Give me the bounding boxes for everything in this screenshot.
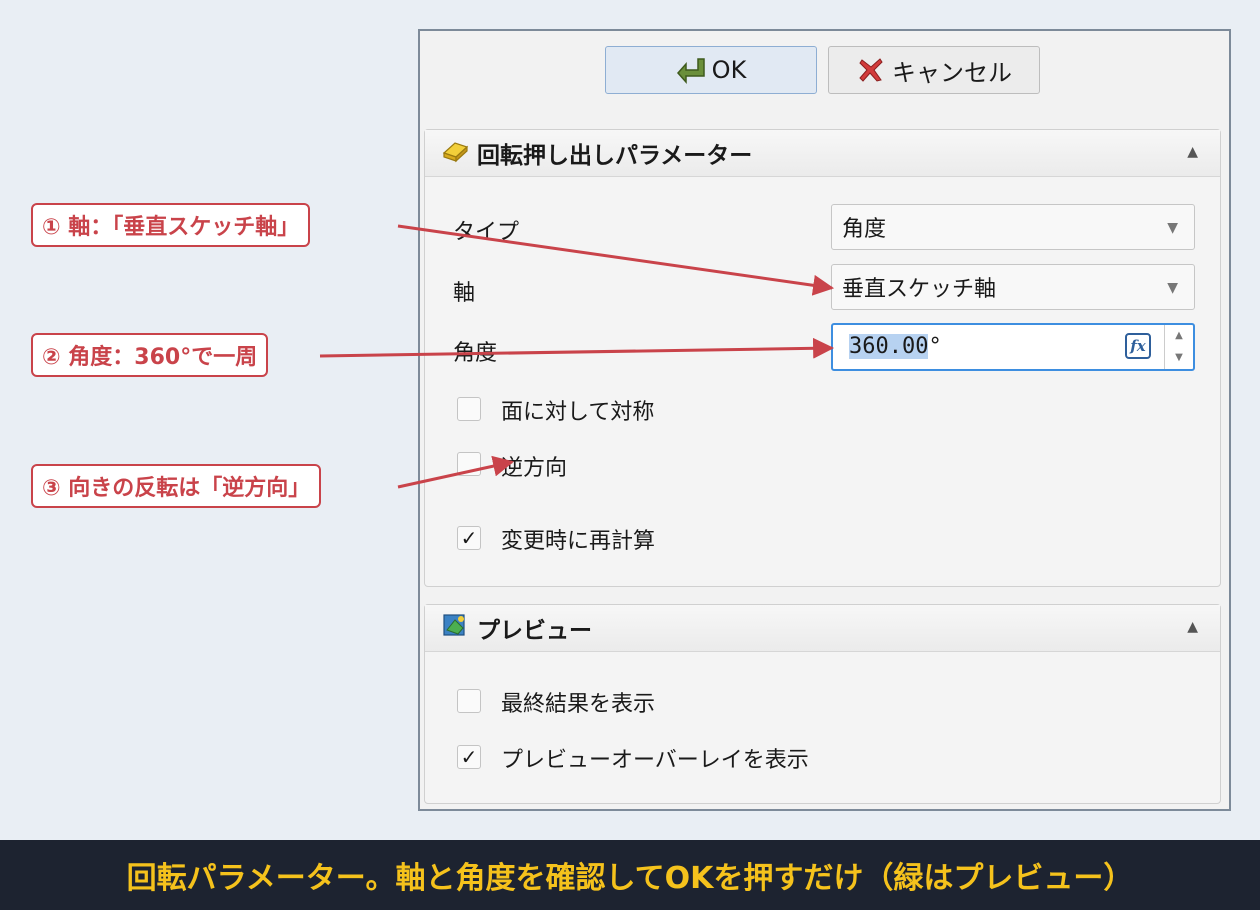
callout-arrow-reverse xyxy=(397,455,515,489)
caption-bar: 回転パラメーター。軸と角度を確認してOKを押すだけ（緑はプレビュー） xyxy=(0,840,1260,910)
callout-arrow-angle xyxy=(319,337,835,359)
callout-axis: ① 軸：「垂直スケッチ軸」 xyxy=(31,203,311,247)
callout-arrow-axis xyxy=(397,224,835,296)
callout-reverse: ③ 向きの反転は「逆方向」 xyxy=(31,464,322,508)
caption-text: 回転パラメーター。軸と角度を確認してOKを押すだけ（緑はプレビュー） xyxy=(126,861,1134,896)
callout-arrows xyxy=(319,224,835,489)
callout-angle: ② 角度：360°で一周 xyxy=(31,333,269,377)
